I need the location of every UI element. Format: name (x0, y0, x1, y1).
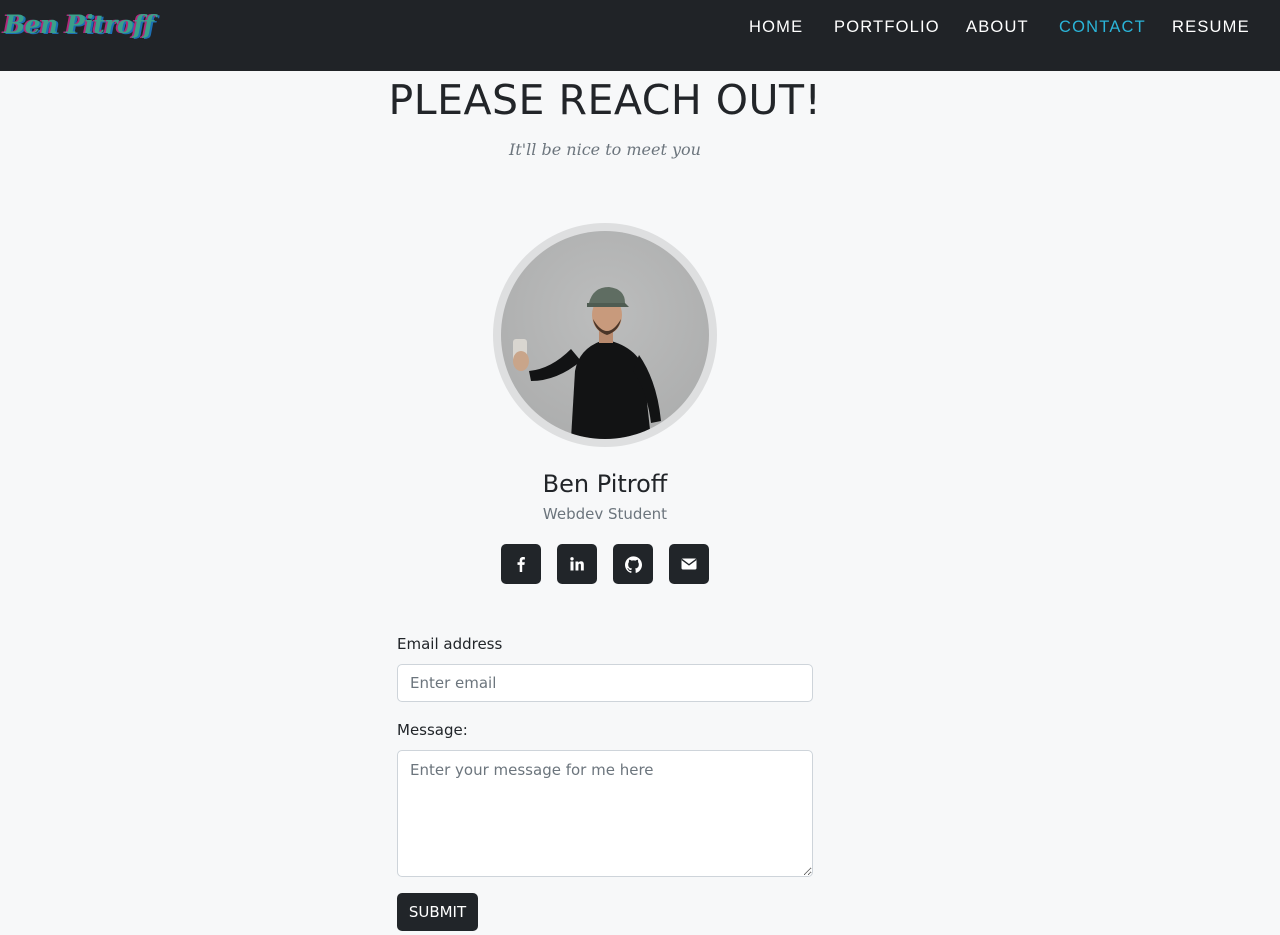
avatar (501, 231, 709, 439)
facebook-button[interactable] (501, 544, 541, 584)
avatar-frame (493, 223, 717, 447)
envelope-icon (681, 558, 697, 570)
page-subtitle: It'll be nice to meet you (509, 140, 701, 159)
page-title: PLEASE REACH OUT! (388, 76, 822, 124)
github-icon (624, 555, 642, 573)
github-button[interactable] (613, 544, 653, 584)
brand-logo[interactable]: Ben Pitroff (4, 10, 154, 39)
email-button[interactable] (669, 544, 709, 584)
navbar: Ben Pitroff HOME PORTFOLIO ABOUT CONTACT… (0, 0, 1280, 71)
linkedin-icon (570, 557, 584, 571)
nav-link-contact[interactable]: CONTACT (1059, 17, 1146, 37)
email-label: Email address (397, 635, 503, 653)
nav-link-about[interactable]: ABOUT (966, 17, 1029, 37)
facebook-icon (517, 557, 525, 572)
profile-photo (513, 287, 661, 439)
email-input[interactable] (397, 664, 813, 702)
linkedin-button[interactable] (557, 544, 597, 584)
submit-button[interactable]: SUBMIT (397, 893, 478, 931)
message-textarea[interactable] (397, 750, 813, 877)
nav-link-portfolio[interactable]: PORTFOLIO (834, 17, 940, 37)
profile-role: Webdev Student (542, 505, 668, 523)
profile-name: Ben Pitroff (542, 470, 668, 498)
nav-link-resume[interactable]: RESUME (1172, 17, 1250, 37)
nav-link-home[interactable]: HOME (749, 17, 803, 37)
message-label: Message: (397, 721, 468, 739)
